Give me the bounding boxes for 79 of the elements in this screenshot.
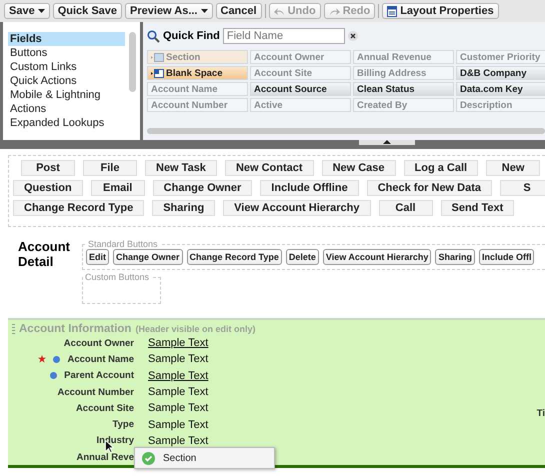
check-icon <box>142 452 155 464</box>
category-item[interactable]: Mobile & Lightning Actions <box>8 88 125 116</box>
tooltip-text: Section <box>163 452 196 464</box>
field-label: Annual Reve <box>76 452 134 463</box>
blank-space-icon <box>151 68 164 78</box>
detail-button[interactable]: View Account Hierarchy <box>322 249 432 265</box>
collapse-handle[interactable] <box>359 140 415 145</box>
field-value: Sample Text <box>148 337 208 350</box>
detail-button[interactable]: Include Offl <box>478 249 534 265</box>
action-button[interactable]: New Contact <box>224 160 314 176</box>
action-button[interactable]: New <box>486 160 540 176</box>
section-icon <box>151 52 164 62</box>
caret-icon <box>38 9 45 13</box>
quick-find-label: Quick Find <box>163 30 220 42</box>
field-value: Sample Text <box>148 434 208 447</box>
field-value: Sample Text <box>148 402 208 414</box>
field-label: Industry <box>96 435 134 446</box>
undo-icon <box>274 6 285 16</box>
scrollbar[interactable] <box>129 32 136 92</box>
action-button[interactable]: View Account Hierarchy <box>223 200 370 216</box>
table-icon <box>387 6 398 16</box>
action-button[interactable]: Question <box>13 180 83 196</box>
close-icon[interactable] <box>348 31 358 41</box>
field-value: Sample Text <box>148 418 208 431</box>
redo-icon <box>328 6 340 16</box>
category-item[interactable]: Expanded Lookups <box>8 116 125 130</box>
category-item[interactable]: Custom Links <box>8 60 125 74</box>
drag-handle-icon[interactable] <box>12 324 15 334</box>
field-item[interactable]: Data.com Key <box>456 82 545 96</box>
detail-button[interactable]: Change Record Type <box>186 249 282 265</box>
field-label: Parent Account <box>64 370 134 382</box>
field-value: Sample Text <box>148 370 208 382</box>
action-button[interactable]: Call <box>378 200 432 216</box>
field-label: Account Name <box>67 354 134 365</box>
action-button[interactable]: New Case <box>322 160 396 176</box>
field-item[interactable]: Clean Status <box>353 82 454 96</box>
action-button[interactable]: Post <box>21 160 75 176</box>
split-button[interactable]: Save <box>4 3 50 19</box>
action-button[interactable]: Change Owner <box>152 180 252 196</box>
toolbar-button[interactable]: Quick Save <box>52 3 122 19</box>
section-title: Account Information <box>19 323 132 335</box>
action-button[interactable]: Log a Call <box>404 160 478 176</box>
scrollbar[interactable] <box>147 128 545 134</box>
search-icon <box>147 30 160 42</box>
field-value: Sample Text <box>148 386 208 398</box>
action-button[interactable]: Change Record Type <box>13 200 144 216</box>
field-label: Type <box>112 419 134 430</box>
action-button[interactable]: New Task <box>145 160 217 176</box>
caret-icon <box>200 9 208 13</box>
detail-button[interactable]: Edit <box>86 249 109 265</box>
action-button[interactable]: S <box>500 180 545 196</box>
section-note: (Header visible on edit only) <box>135 324 256 334</box>
field-item[interactable]: Blank Space <box>147 66 248 80</box>
dropdown-button[interactable]: Preview As... <box>125 3 212 19</box>
action-button[interactable]: File <box>83 160 137 176</box>
field-item[interactable]: D&B Company <box>456 66 545 80</box>
action-button[interactable]: Send Text <box>440 200 514 216</box>
field-value: Sample Text <box>148 353 208 366</box>
action-button[interactable]: Check for New Data <box>366 180 492 196</box>
field-label: Account Owner <box>64 338 134 349</box>
group-label: Custom Buttons <box>84 272 150 282</box>
field-label: Ti <box>536 408 545 419</box>
toolbar-button[interactable]: Layout Properties <box>382 3 499 19</box>
category-item[interactable]: Fields <box>8 32 125 46</box>
toolbar-button[interactable]: Cancel <box>216 3 262 19</box>
category-item[interactable]: Buttons <box>8 46 125 60</box>
field-label: Account Number <box>57 386 134 398</box>
detail-button[interactable]: Delete <box>286 249 319 265</box>
field-item[interactable]: Account Source <box>250 82 351 96</box>
category-item[interactable]: Quick Actions <box>8 74 125 88</box>
detail-button[interactable]: Change Owner <box>113 249 183 265</box>
group-label: Standard Buttons <box>87 239 159 249</box>
action-button[interactable]: Sharing <box>152 200 216 216</box>
field-label: Account Site <box>76 402 134 414</box>
search-field[interactable]: Field Name <box>222 28 345 44</box>
detail-button[interactable]: Sharing <box>435 249 475 265</box>
action-button[interactable]: Email <box>90 180 145 196</box>
section-title: Account Detail <box>18 239 70 271</box>
action-button[interactable]: Include Offline <box>260 180 359 196</box>
